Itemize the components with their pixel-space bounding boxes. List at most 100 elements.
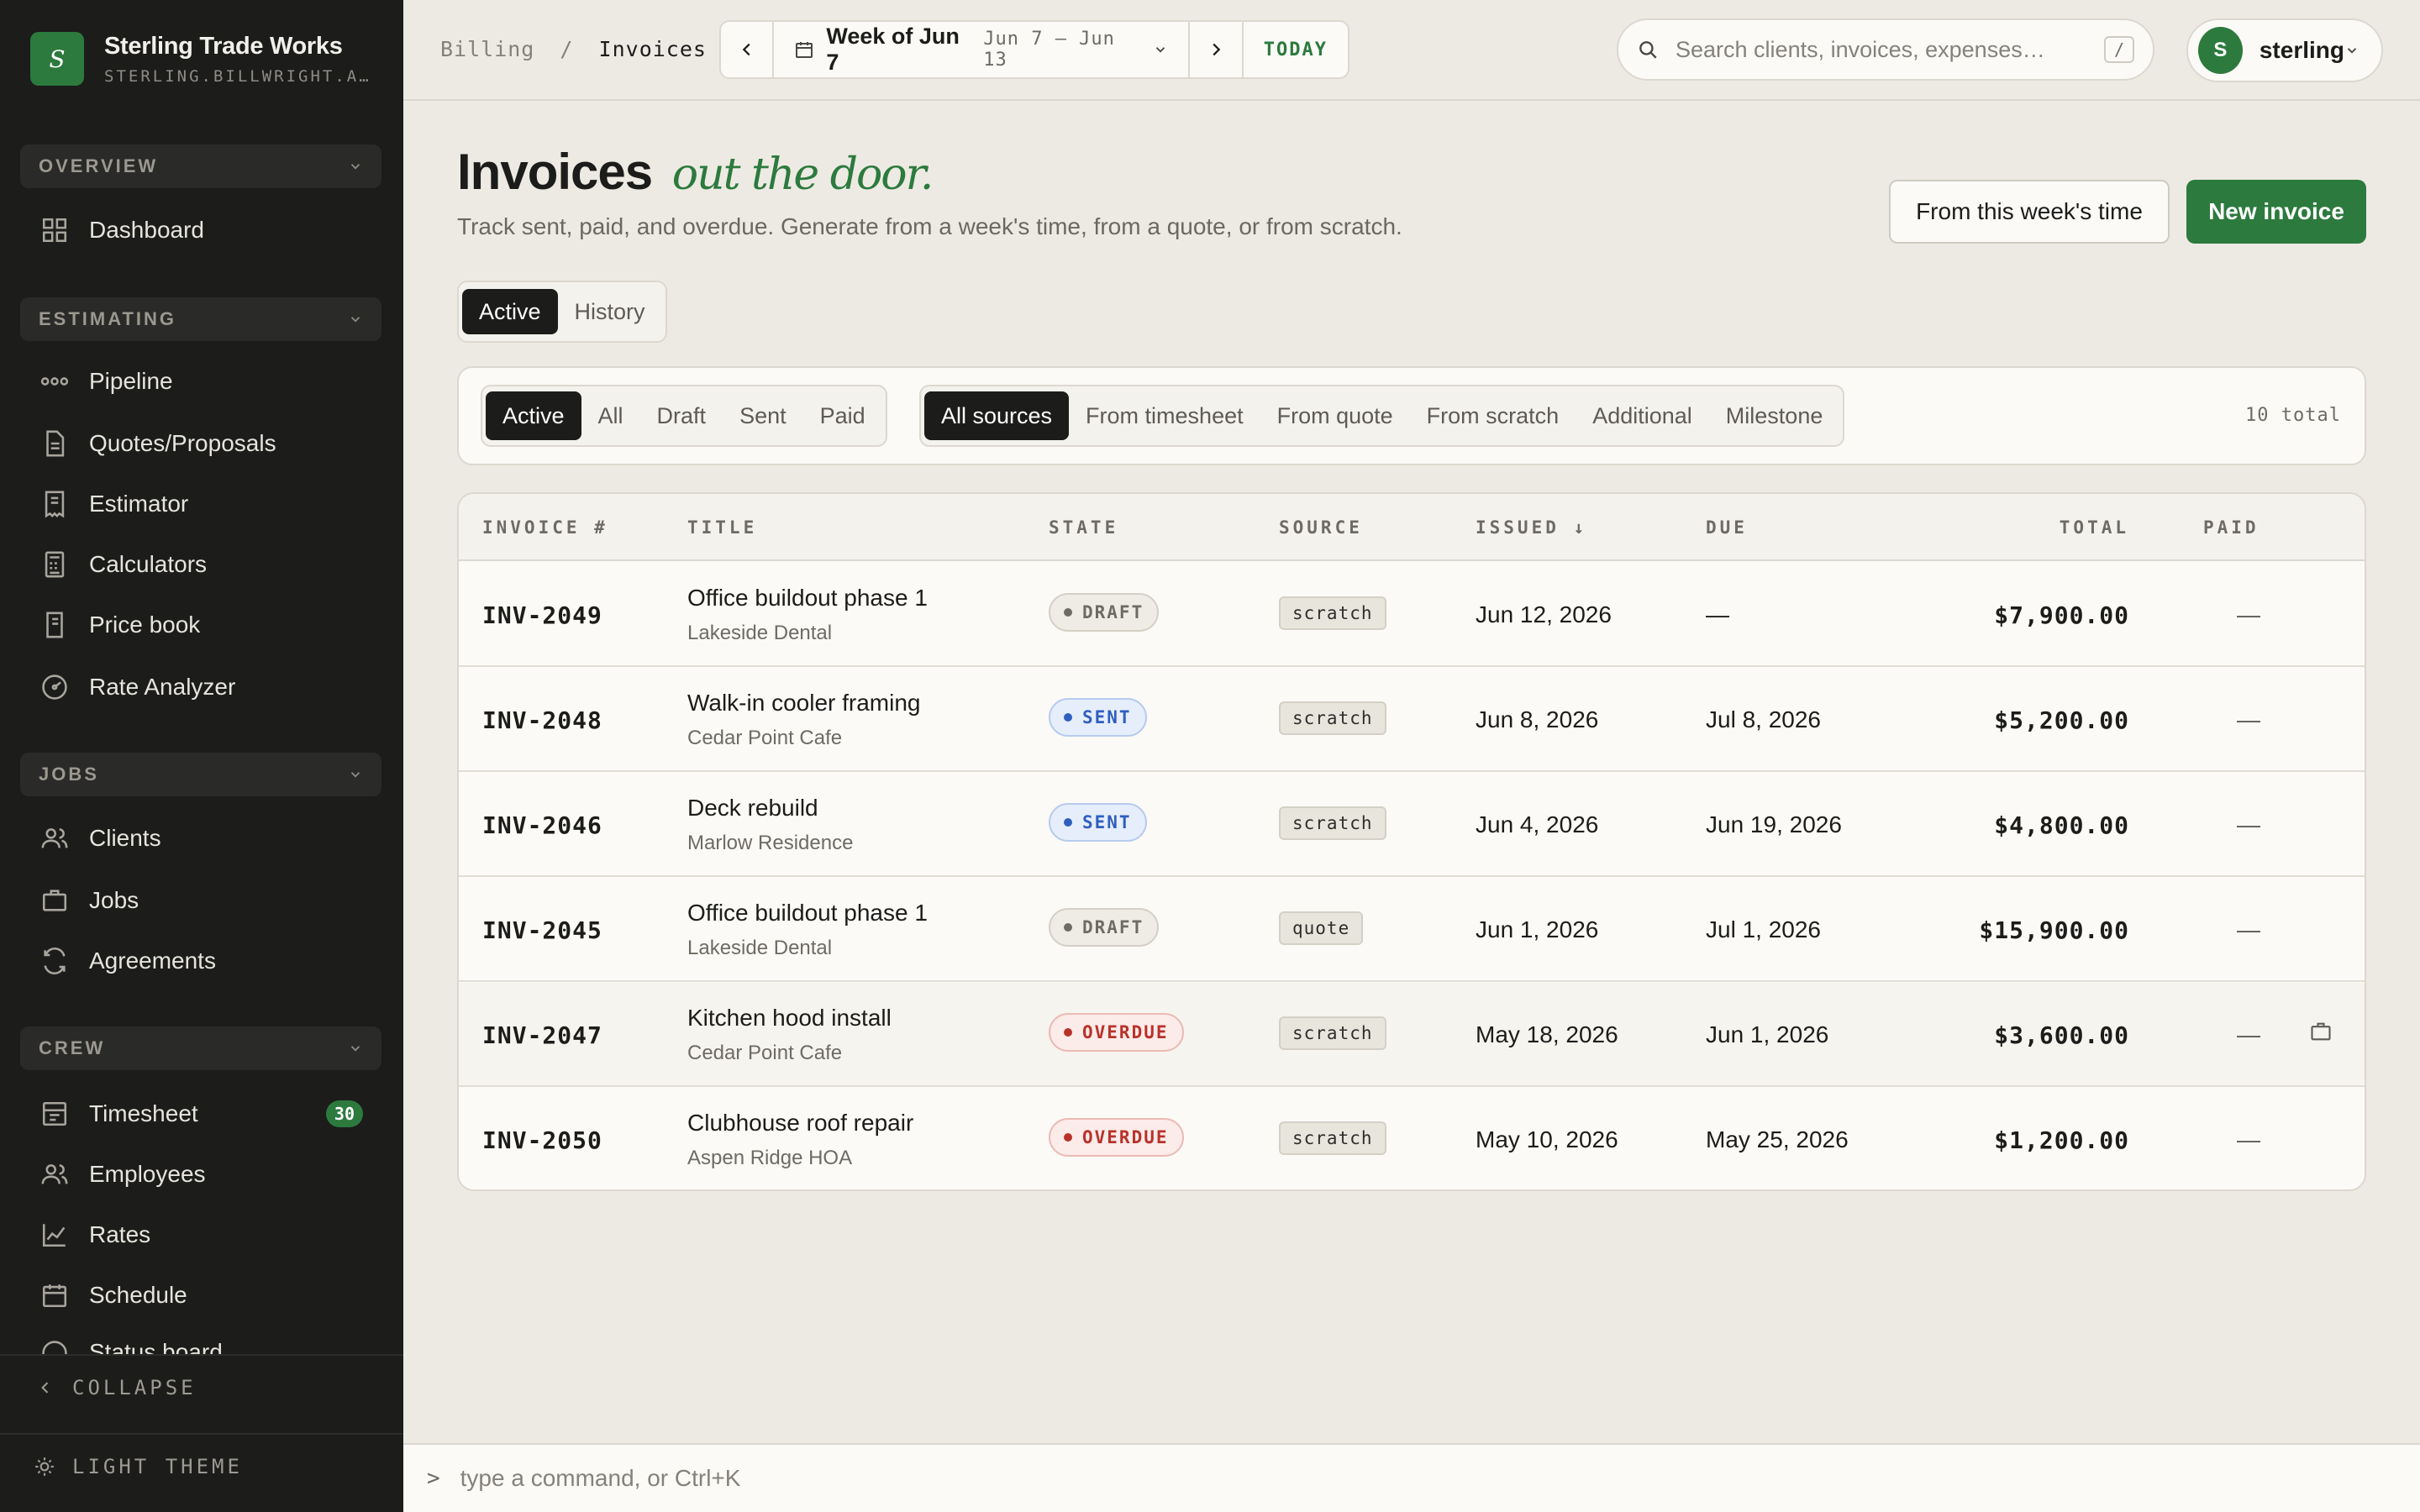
source-tag: scratch (1279, 806, 1386, 840)
briefcase-icon (40, 886, 69, 915)
briefcase-icon[interactable] (2309, 1020, 2333, 1043)
paid-amount: — (2237, 1126, 2260, 1152)
sidebar-item-rates[interactable]: Rates (40, 1216, 376, 1253)
invoice-number[interactable]: INV-2049 (482, 601, 602, 629)
col-due[interactable]: DUE (1706, 517, 1748, 538)
state-label: SENT (1082, 812, 1132, 832)
sidebar-item-label: Clients (89, 825, 161, 851)
sidebar-item-clients[interactable]: Clients (40, 820, 376, 857)
sidebar-item-employees[interactable]: Employees (40, 1156, 376, 1193)
invoice-number[interactable]: INV-2050 (482, 1126, 602, 1154)
sidebar-item-pipeline[interactable]: Pipeline (40, 363, 376, 400)
sidebar-item-jobs[interactable]: Jobs (40, 882, 376, 919)
invoice-number[interactable]: INV-2045 (482, 916, 602, 944)
command-bar[interactable]: > type a command, or Ctrl+K (403, 1443, 2420, 1512)
user-menu[interactable]: S sterling (2186, 18, 2383, 82)
tab-history[interactable]: History (558, 289, 662, 334)
filter-source-quote[interactable]: From quote (1260, 391, 1410, 440)
table-row[interactable]: INV-2049 Office buildout phase 1 Lakeside … (459, 563, 2365, 667)
filter-source-scratch[interactable]: From scratch (1410, 391, 1576, 440)
sidebar-item-label: Calculators (89, 551, 208, 577)
source-tag: quote (1279, 911, 1364, 945)
state-badge: DRAFT (1049, 593, 1160, 632)
prev-week-button[interactable] (721, 22, 775, 77)
issued-date: Jun 4, 2026 (1476, 811, 1599, 837)
tab-active[interactable]: Active (462, 289, 558, 334)
refresh-icon (40, 947, 69, 975)
command-input[interactable]: type a command, or Ctrl+K (460, 1465, 741, 1492)
invoice-number[interactable]: INV-2046 (482, 811, 602, 839)
page-title-main: Invoices (457, 144, 653, 200)
section-label: JOBS (39, 764, 99, 785)
sidebar-item-calculators[interactable]: Calculators (40, 546, 376, 583)
filter-status-paid[interactable]: Paid (803, 391, 882, 440)
sidebar-item-label: Rates (89, 1221, 151, 1247)
sidebar-item-quotes[interactable]: Quotes/Proposals (40, 425, 376, 462)
calendar-icon (794, 39, 814, 60)
table-row[interactable]: INV-2048 Walk-in cooler framing Cedar Poin… (459, 668, 2365, 772)
invoice-client: Marlow Residence (687, 832, 854, 854)
theme-label: LIGHT THEME (72, 1455, 243, 1478)
filter-status-draft[interactable]: Draft (640, 391, 723, 440)
sidebar-item-status-board[interactable]: Status board (40, 1339, 376, 1354)
week-selector[interactable]: Week of Jun 7 Jun 7 – Jun 13 (774, 22, 1191, 77)
sidebar-item-schedule[interactable]: Schedule (40, 1277, 376, 1314)
filter-status-sent[interactable]: Sent (723, 391, 803, 440)
col-invoice[interactable]: INVOICE # (482, 517, 608, 538)
source-tag: scratch (1279, 701, 1386, 735)
sidebar-item-label: Employees (89, 1161, 206, 1187)
filter-status-active[interactable]: Active (486, 391, 581, 440)
from-week-time-button[interactable]: From this week's time (1889, 180, 2170, 244)
sidebar-item-rate-analyzer[interactable]: Rate Analyzer (40, 669, 376, 706)
col-paid[interactable]: PAID (2203, 517, 2260, 538)
chevron-left-icon (37, 1379, 54, 1396)
calculator-icon (40, 550, 69, 579)
table-row[interactable]: INV-2045 Office buildout phase 1 Lakeside … (459, 878, 2365, 982)
section-estimating[interactable]: ESTIMATING (20, 297, 381, 341)
search-input[interactable]: Search clients, invoices, expenses… / (1617, 18, 2154, 81)
next-week-button[interactable] (1190, 22, 1244, 77)
invoice-total: $3,600.00 (1994, 1021, 2129, 1049)
invoice-number[interactable]: INV-2047 (482, 1021, 602, 1049)
today-button[interactable]: TODAY (1244, 39, 1348, 60)
brand[interactable]: S Sterling Trade Works STERLING.BILLWRIG… (30, 32, 373, 86)
invoice-title: Walk-in cooler framing (687, 690, 921, 716)
filter-status-all[interactable]: All (581, 391, 640, 440)
week-range: Jun 7 – Jun 13 (983, 29, 1115, 71)
filter-source-timesheet[interactable]: From timesheet (1069, 391, 1260, 440)
section-jobs[interactable]: JOBS (20, 753, 381, 796)
section-overview[interactable]: OVERVIEW (20, 144, 381, 188)
due-date: Jun 19, 2026 (1706, 811, 1842, 837)
col-source[interactable]: SOURCE (1279, 517, 1363, 538)
section-crew[interactable]: CREW (20, 1026, 381, 1070)
table-row[interactable]: INV-2050 Clubhouse roof repair Aspen Ridge… (459, 1088, 2365, 1189)
due-date: — (1706, 601, 1729, 627)
sidebar-item-label: Agreements (89, 948, 216, 974)
sidebar-item-dashboard[interactable]: Dashboard (40, 212, 376, 249)
breadcrumb-billing[interactable]: Billing (440, 37, 534, 61)
sidebar-item-estimator[interactable]: Estimator (40, 486, 376, 522)
section-label: ESTIMATING (39, 308, 177, 329)
new-invoice-button[interactable]: New invoice (2186, 180, 2366, 244)
filter-source-all[interactable]: All sources (924, 391, 1070, 440)
col-title[interactable]: TITLE (687, 517, 757, 538)
table-row[interactable]: INV-2046 Deck rebuild Marlow Residence SENT… (459, 773, 2365, 877)
sidebar-item-agreements[interactable]: Agreements (40, 942, 376, 979)
grid-icon (40, 216, 69, 244)
topbar: Billing / Invoices Week of Jun 7 Jun 7 –… (403, 0, 2420, 101)
table-row[interactable]: INV-2047 Kitchen hood install Cedar Point … (459, 983, 2365, 1087)
chevron-right-icon (1207, 40, 1225, 59)
issued-date: Jun 8, 2026 (1476, 706, 1599, 732)
filter-source-milestone[interactable]: Milestone (1709, 391, 1840, 440)
col-issued[interactable]: ISSUED ↓ (1476, 517, 1587, 538)
col-total[interactable]: TOTAL (2060, 517, 2129, 538)
invoice-number[interactable]: INV-2048 (482, 706, 602, 734)
theme-toggle[interactable]: LIGHT THEME (34, 1455, 243, 1478)
invoice-title: Office buildout phase 1 (687, 900, 928, 926)
state-dot (1064, 818, 1072, 827)
filter-source-additional[interactable]: Additional (1576, 391, 1709, 440)
sidebar-item-timesheet[interactable]: Timesheet 30 (40, 1095, 376, 1132)
col-state[interactable]: STATE (1049, 517, 1118, 538)
collapse-button[interactable]: COLLAPSE (37, 1376, 197, 1399)
sidebar-item-price-book[interactable]: Price book (40, 606, 376, 643)
